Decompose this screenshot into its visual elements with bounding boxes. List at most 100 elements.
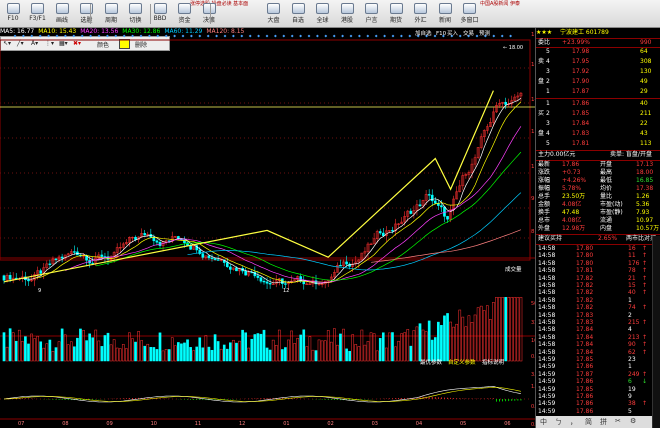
toolbar-button-10[interactable]: 自选 <box>287 2 309 26</box>
volume-bar <box>143 345 147 362</box>
flow-row: 主力0.00亿元 卖单: 盲盘/开盘 <box>536 151 660 159</box>
market-icon <box>267 3 280 14</box>
event-marker <box>282 34 286 38</box>
toolbar-button-17[interactable]: 多窗口 <box>459 2 481 26</box>
volume-bar <box>24 336 27 362</box>
event-marker <box>383 34 387 38</box>
stat-value: 17.38 <box>636 185 654 192</box>
toolbar-button-16[interactable]: 新闻 <box>434 2 456 26</box>
stat-label: 外盘 <box>538 225 551 232</box>
toolbar-button-label: 户言 <box>365 17 378 24</box>
buy-level: 5 <box>546 140 550 147</box>
candle-body <box>39 270 43 274</box>
volume-bar <box>317 339 321 362</box>
volume-bar <box>82 330 85 362</box>
stat-label: 均价 <box>600 185 613 192</box>
tick-time: 14:59 <box>538 407 556 415</box>
ime-icon-2[interactable]: ， <box>570 417 577 427</box>
tick-header-mid: 2.65% <box>598 235 618 242</box>
stat-label: 开盘 <box>600 161 613 168</box>
stat-row: 总手 23.50万 量比 1.26 <box>536 193 660 201</box>
stat-value: +0.73 <box>562 169 581 176</box>
stat-row: 外盘 12.98万 内盘 10.57万 <box>536 225 660 233</box>
toolbar-button-0[interactable]: F10 <box>2 2 24 26</box>
trade-track-label: 交易 <box>463 29 474 37</box>
toolbar-button-1[interactable]: F3/F1 <box>27 2 49 26</box>
toolbar-button-8[interactable]: 决策 <box>198 2 220 26</box>
volume-bar <box>427 320 431 362</box>
event-marker <box>240 34 244 38</box>
candle-body <box>430 194 434 202</box>
toolbar-button-11[interactable]: 全球 <box>312 2 334 26</box>
volume-bar <box>284 347 287 362</box>
weibi-label: 委比 <box>538 39 551 46</box>
candle-body <box>268 283 272 285</box>
buy-volume: 40 <box>640 100 648 107</box>
ime-icon-0[interactable]: 中 <box>540 417 547 427</box>
candle-body <box>235 267 238 272</box>
candle-body <box>155 240 159 243</box>
event-marker <box>223 34 227 38</box>
stat-value: 4.08亿 <box>562 201 582 208</box>
toolbar-button-label: 期货 <box>389 17 402 24</box>
toolbar-button-7[interactable]: 资金 <box>174 2 196 26</box>
volume-bar <box>2 332 6 362</box>
toolbar-separator <box>210 4 211 24</box>
volume-bar <box>458 309 462 362</box>
toolbar-button-15[interactable]: 外汇 <box>410 2 432 26</box>
tick-scrollbar[interactable] <box>652 236 660 428</box>
volume-bar <box>238 340 241 362</box>
toolbar-button-14[interactable]: 期货 <box>385 2 407 26</box>
x-axis-label: 02 <box>327 421 333 427</box>
volume-bar <box>400 333 403 362</box>
volume-bar <box>385 347 388 362</box>
sell-level: 5 <box>546 48 550 55</box>
toolbar-button-12[interactable]: 港股 <box>336 2 358 26</box>
event-marker <box>399 34 403 38</box>
side-label: 盘 <box>538 130 545 137</box>
volume-bar <box>363 344 367 362</box>
volume-bar <box>39 341 43 362</box>
candle-body <box>391 230 394 232</box>
volume-bar <box>256 333 260 362</box>
speak-icon <box>365 3 378 14</box>
toolbar-button-2[interactable]: 画线 <box>51 2 73 26</box>
volume-bar <box>510 297 514 362</box>
stat-value: 5.36 <box>636 201 650 208</box>
period-icon <box>104 3 118 14</box>
toolbar-button-6[interactable]: BBD <box>149 2 171 26</box>
toolbar-button-4[interactable]: 周期 <box>100 2 122 26</box>
toolbar-button-13[interactable]: 户言 <box>361 2 383 26</box>
volume-bar <box>27 343 30 362</box>
volume-title: 成交量 <box>505 265 522 273</box>
ime-icon-1[interactable]: ㄅ <box>555 417 562 427</box>
ime-icon-6[interactable]: ⚙ <box>630 417 636 425</box>
futures-icon <box>389 3 403 14</box>
candle-body <box>256 275 260 278</box>
candle-body <box>177 236 180 239</box>
volume-bar <box>180 343 183 362</box>
volume-bar <box>391 332 394 362</box>
toolbar-button-label: 外汇 <box>414 17 427 24</box>
candle-body <box>378 231 382 234</box>
star-icon <box>291 3 305 14</box>
volume-bar <box>232 339 235 362</box>
candle-body <box>134 236 137 240</box>
volume-bar <box>293 343 296 362</box>
volume-bar <box>103 335 107 362</box>
folder-icon <box>6 3 20 14</box>
toolbar-button-9[interactable]: 大盘 <box>263 2 285 26</box>
ime-icon-5[interactable]: ✂ <box>615 417 621 425</box>
volume-bar <box>76 337 79 362</box>
toolbar-button-3[interactable]: 选股 <box>76 2 98 26</box>
volume-bar <box>244 332 247 362</box>
volume-bar <box>479 305 483 362</box>
ime-icon-3[interactable]: 简 <box>585 417 592 427</box>
volume-bar <box>201 347 205 362</box>
toolbar-button-5[interactable]: 切换 <box>125 2 147 26</box>
stat-value: 18.00 <box>636 169 654 176</box>
volume-bar <box>354 344 358 362</box>
main-chart[interactable]: 18.5116.8514.0113.4211.769.078.24加自选F10买… <box>0 28 535 428</box>
sell-volume: 64 <box>640 48 648 55</box>
ime-icon-4[interactable]: 拼 <box>600 417 607 427</box>
